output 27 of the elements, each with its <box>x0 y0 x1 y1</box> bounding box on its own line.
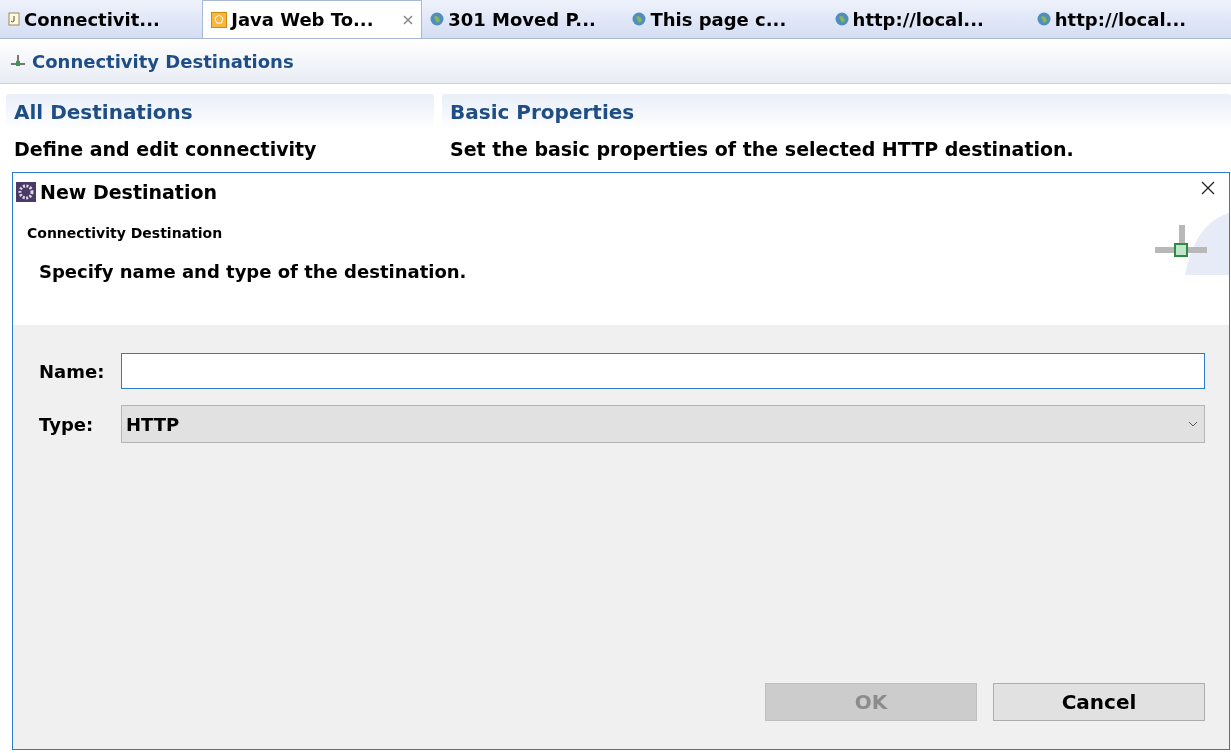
name-field[interactable] <box>121 353 1205 389</box>
gear-icon <box>16 182 36 202</box>
tab[interactable]: Java Web To... <box>202 0 423 38</box>
globe-icon <box>1036 12 1051 26</box>
globe-icon <box>632 12 647 26</box>
globe-icon <box>430 12 445 26</box>
web-icon <box>211 11 228 28</box>
connector-icon <box>10 55 26 67</box>
close-icon[interactable] <box>1201 181 1215 195</box>
editor-title: Connectivity Destinations <box>32 50 294 72</box>
tab[interactable]: http://local... <box>826 0 1029 38</box>
tab[interactable]: Connectivit... <box>0 0 203 38</box>
section-description: Set the basic properties of the selected HTTP destination. <box>449 137 1075 162</box>
chevron-icon <box>1188 421 1198 427</box>
tab[interactable]: This page c... <box>624 0 827 38</box>
globe-icon <box>834 12 849 26</box>
field-label: Type: <box>39 413 95 435</box>
type-dropdown[interactable]: HTTP <box>121 405 1205 443</box>
dialog-button[interactable]: Cancel <box>993 683 1205 721</box>
wizard-message: Specify name and type of the destination. <box>39 261 467 282</box>
tab[interactable]: 301 Moved P... <box>422 0 625 38</box>
field-label: Name: <box>39 360 106 382</box>
dialog-title: New Destination <box>40 181 218 203</box>
document-icon <box>8 12 20 26</box>
section-description: Define and edit connectivity <box>13 137 318 162</box>
tab[interactable]: http://local... <box>1028 0 1231 38</box>
wizard-subtitle: Connectivity Destination <box>26 224 224 241</box>
